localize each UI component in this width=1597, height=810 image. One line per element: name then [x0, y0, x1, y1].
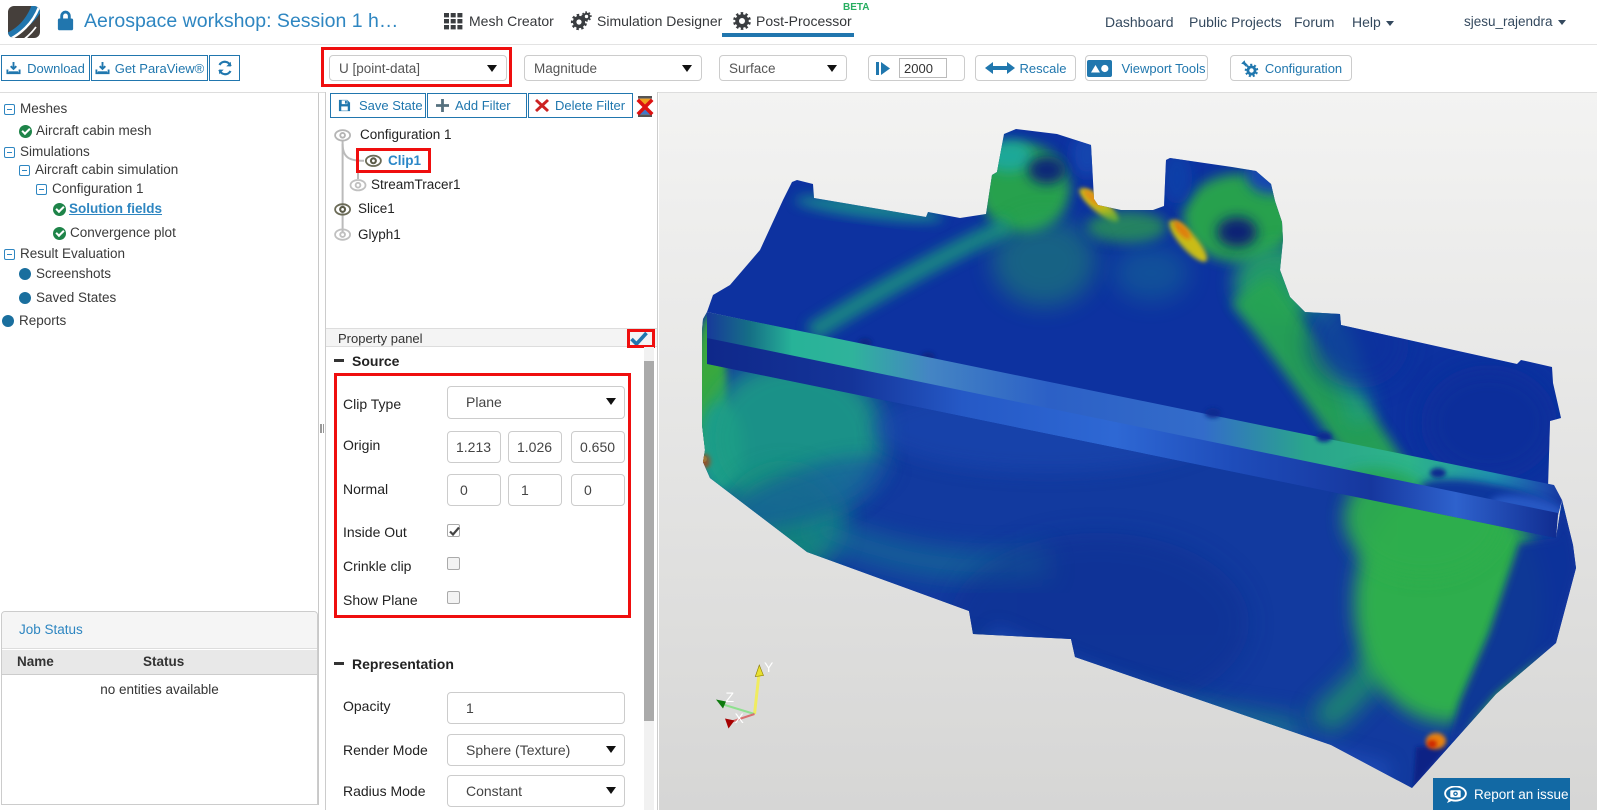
- svg-text:X: X: [735, 710, 745, 726]
- svg-text:Z: Z: [726, 689, 735, 705]
- svg-text:Y: Y: [764, 659, 774, 675]
